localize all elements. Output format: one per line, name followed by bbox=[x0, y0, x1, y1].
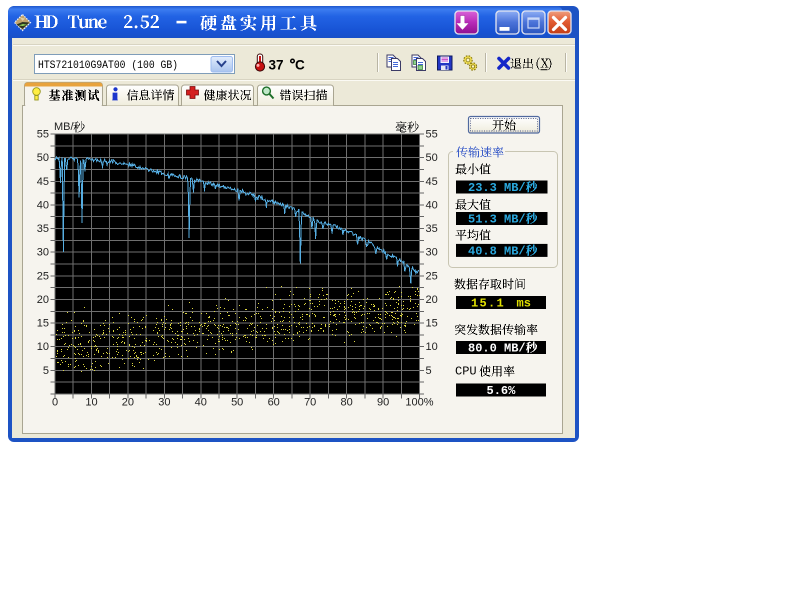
svg-text:15: 15 bbox=[37, 318, 49, 330]
svg-text:50: 50 bbox=[231, 397, 243, 409]
svg-text:90: 90 bbox=[377, 397, 389, 409]
svg-text:25: 25 bbox=[426, 270, 438, 282]
svg-text:5: 5 bbox=[426, 365, 432, 377]
svg-text:50: 50 bbox=[426, 152, 438, 164]
svg-text:100%: 100% bbox=[405, 397, 433, 409]
svg-text:70: 70 bbox=[304, 397, 316, 409]
svg-text:51.3 MB/: 51.3 MB/ bbox=[468, 213, 526, 227]
svg-text:HTS721010G9AT00 (100 GB): HTS721010G9AT00 (100 GB) bbox=[38, 60, 178, 72]
svg-text:23.3 MB/: 23.3 MB/ bbox=[468, 181, 526, 195]
svg-text:20: 20 bbox=[122, 397, 134, 409]
svg-text:40: 40 bbox=[37, 199, 49, 211]
svg-text:5: 5 bbox=[43, 365, 49, 377]
svg-text:20: 20 bbox=[37, 294, 49, 306]
svg-text:80.0 MB/: 80.0 MB/ bbox=[468, 342, 526, 356]
svg-text:5.6%: 5.6% bbox=[487, 384, 517, 398]
svg-text:45: 45 bbox=[426, 176, 438, 188]
svg-text:10: 10 bbox=[85, 397, 97, 409]
svg-text:40.8 MB/: 40.8 MB/ bbox=[468, 245, 526, 259]
svg-text:MB/: MB/ bbox=[54, 121, 75, 133]
svg-text:0: 0 bbox=[52, 397, 58, 409]
svg-text:30: 30 bbox=[158, 397, 170, 409]
svg-text:55: 55 bbox=[37, 129, 49, 141]
svg-text:55: 55 bbox=[426, 129, 438, 141]
svg-text:30: 30 bbox=[37, 247, 49, 259]
svg-text:35: 35 bbox=[37, 223, 49, 235]
svg-text:80: 80 bbox=[340, 397, 352, 409]
svg-text:45: 45 bbox=[37, 176, 49, 188]
svg-text:15: 15 bbox=[426, 318, 438, 330]
svg-text:35: 35 bbox=[426, 223, 438, 235]
svg-text:10: 10 bbox=[426, 341, 438, 353]
svg-text:30: 30 bbox=[426, 247, 438, 259]
svg-text:CPU: CPU bbox=[455, 365, 477, 379]
svg-text:ms: ms bbox=[517, 297, 531, 311]
svg-text:C: C bbox=[295, 58, 305, 73]
svg-text:20: 20 bbox=[426, 294, 438, 306]
svg-text:15.1: 15.1 bbox=[471, 297, 505, 311]
svg-text:50: 50 bbox=[37, 152, 49, 164]
svg-text:25: 25 bbox=[37, 270, 49, 282]
svg-text:60: 60 bbox=[268, 397, 280, 409]
svg-text:40: 40 bbox=[195, 397, 207, 409]
svg-text:37: 37 bbox=[269, 58, 284, 73]
svg-text:10: 10 bbox=[37, 341, 49, 353]
svg-text:40: 40 bbox=[426, 199, 438, 211]
